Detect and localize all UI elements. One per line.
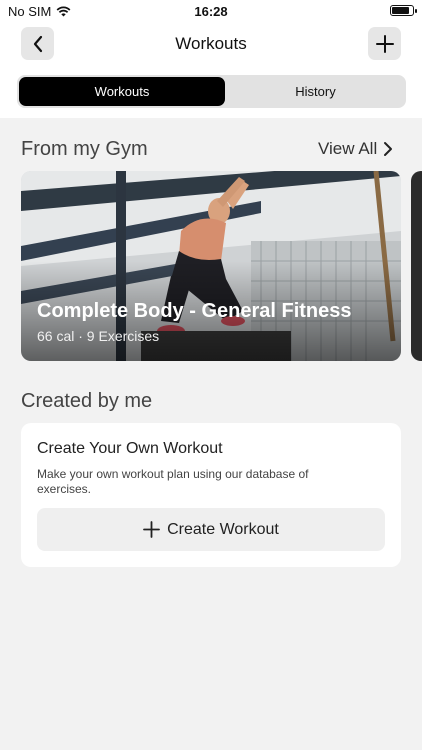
create-card-description: Make your own workout plan using our dat… [37, 467, 309, 496]
tab-workouts[interactable]: Workouts [19, 77, 225, 106]
plus-icon [375, 34, 394, 53]
view-all-link[interactable]: View All [318, 139, 393, 159]
workout-card-meta: 66 cal · 9 Exercises [37, 328, 160, 344]
workout-card[interactable]: Complete Body - General Fitness 66 cal ·… [21, 171, 401, 361]
view-all-label: View All [318, 139, 378, 158]
chevron-right-icon [384, 142, 393, 156]
next-workout-card[interactable] [411, 171, 422, 361]
status-time: 16:28 [194, 4, 228, 19]
gym-section-title: From my Gym [21, 138, 148, 160]
created-section-title: Created by me [21, 390, 153, 412]
battery-level [392, 7, 409, 14]
tab-history[interactable]: History [227, 77, 404, 106]
create-workout-label: Create Workout [167, 520, 279, 538]
segmented-control: Workouts History [17, 75, 406, 108]
plus-icon [143, 521, 161, 538]
add-workout-button[interactable] [368, 27, 401, 60]
workout-card-title: Complete Body - General Fitness [37, 300, 352, 322]
create-workout-button[interactable]: Create Workout [37, 508, 385, 551]
battery-icon [390, 5, 417, 16]
create-card-title: Create Your Own Workout [37, 440, 223, 457]
status-bar: No SIM 16:28 [0, 0, 422, 22]
page-title: Workouts [175, 34, 247, 53]
create-workout-card: Create Your Own Workout Make your own wo… [21, 423, 401, 567]
